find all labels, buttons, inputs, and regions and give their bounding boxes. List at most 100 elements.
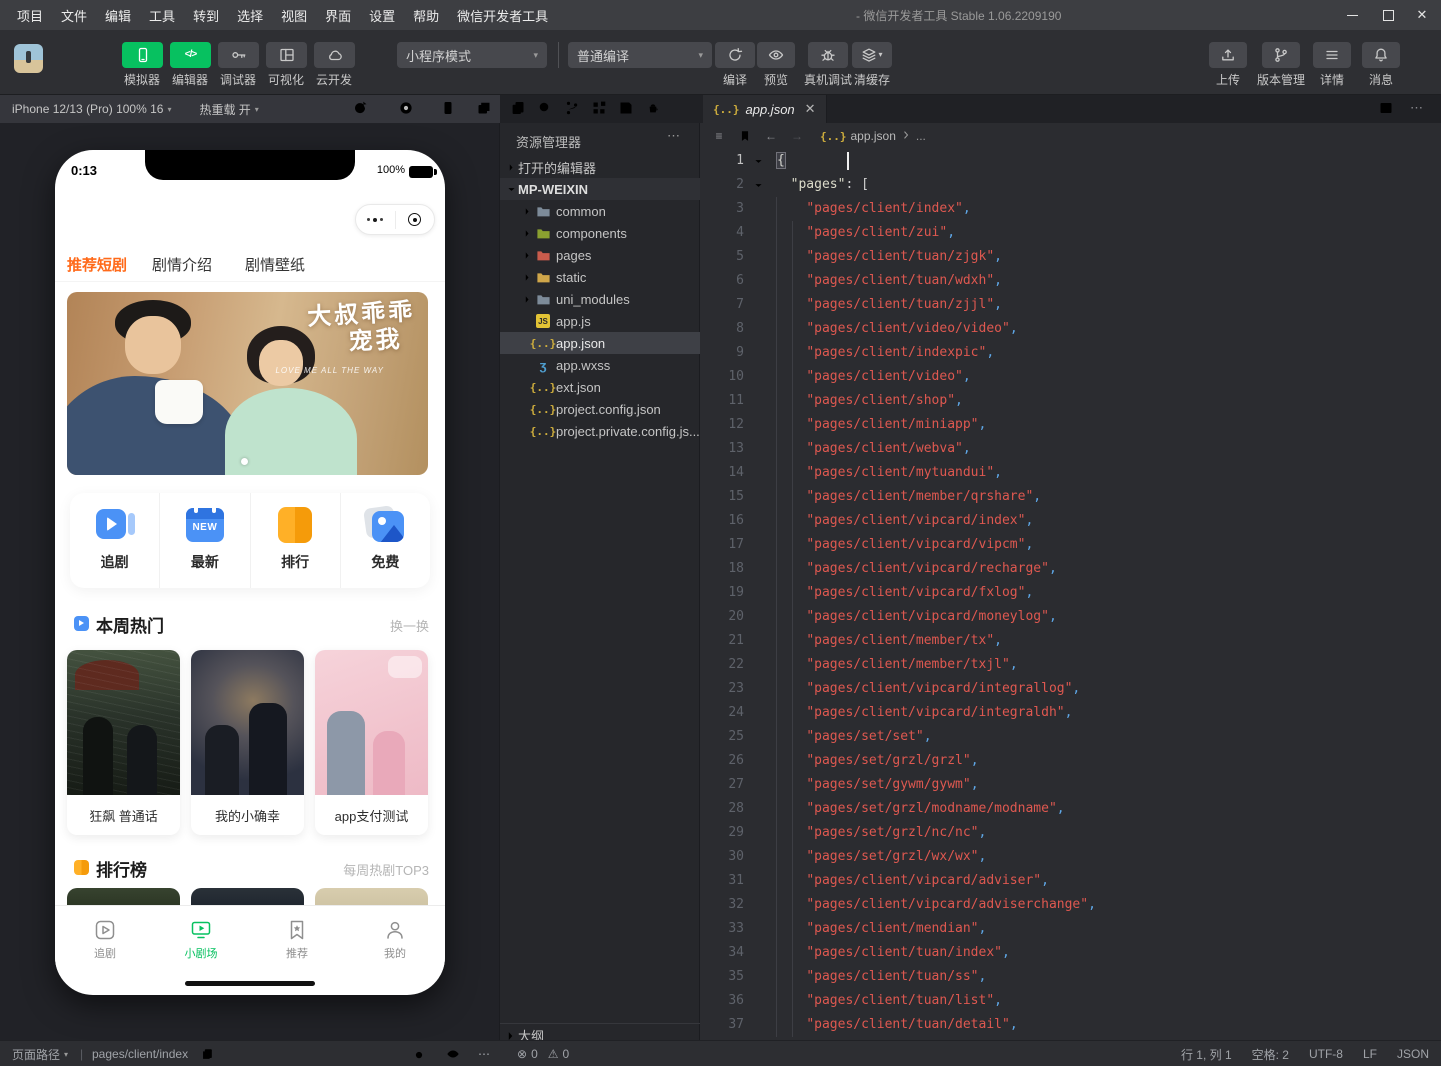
code-line-24[interactable]: 24 "pages/client/vipcard/integraldh",	[700, 701, 1441, 725]
hero-banner[interactable]: 大叔乖乖 宠我 LOVE ME ALL THE WAY	[67, 292, 428, 475]
list-icon[interactable]: ≡	[706, 129, 732, 143]
search-icon[interactable]	[537, 100, 555, 118]
menu-item-6[interactable]: 视图	[272, 6, 316, 25]
quick-link-calendar[interactable]: NEW最新	[159, 493, 249, 588]
breadcrumb-file[interactable]: app.json	[851, 129, 896, 143]
hot-reload-toggle[interactable]: 热重载 开 ▾	[199, 101, 258, 118]
code-line-35[interactable]: 35 "pages/client/tuan/ss",	[700, 965, 1441, 989]
code-line-19[interactable]: 19 "pages/client/vipcard/fxlog",	[700, 581, 1441, 605]
minimize-button[interactable]	[1337, 0, 1367, 30]
back-arrow-icon[interactable]: ←	[758, 129, 784, 143]
bookmark-icon[interactable]	[732, 129, 758, 143]
code-line-30[interactable]: 30 "pages/set/grzl/wx/wx",	[700, 845, 1441, 869]
encoding[interactable]: UTF-8	[1309, 1047, 1343, 1061]
drama-card-0[interactable]: 狂飙 普通话	[67, 650, 180, 835]
tabbar-item-3[interactable]: 我的	[365, 915, 425, 961]
action-button-eye[interactable]	[757, 42, 795, 68]
menu-item-4[interactable]: 转到	[184, 6, 228, 25]
breadcrumb-rest[interactable]: ...	[916, 129, 926, 143]
tree-item-project-private-config-js-[interactable]: {..}project.private.config.js...	[500, 420, 700, 442]
code-line-15[interactable]: 15 "pages/client/member/qrshare",	[700, 485, 1441, 509]
copy-icon[interactable]	[200, 1041, 214, 1066]
menu-item-0[interactable]: 项目	[8, 6, 52, 25]
page-path-value[interactable]: pages/client/index	[92, 1041, 188, 1066]
toolbar-button-upload[interactable]	[1209, 42, 1247, 68]
code-line-13[interactable]: 13 "pages/client/webva",	[700, 437, 1441, 461]
code-area[interactable]: 1{2 "pages": [3 "pages/client/index",4 "…	[700, 149, 1441, 1040]
page-path-select[interactable]: 页面路径 ▾	[12, 1041, 68, 1066]
cursor-position[interactable]: 行 1, 列 1	[1181, 1046, 1232, 1063]
phone-tab-2[interactable]: 剧情壁纸	[245, 254, 305, 275]
tree-item-components[interactable]: components	[500, 222, 700, 244]
device-select[interactable]: iPhone 12/13 (Pro) 100% 16 ▾	[12, 102, 171, 116]
tabbar-item-2[interactable]: 推荐	[267, 915, 327, 961]
code-line-20[interactable]: 20 "pages/client/vipcard/moneylog",	[700, 605, 1441, 629]
code-line-37[interactable]: 37 "pages/client/tuan/detail",	[700, 1013, 1441, 1037]
refresh-icon[interactable]	[352, 100, 370, 118]
tree-item-pages[interactable]: pages	[500, 244, 700, 266]
code-line-2[interactable]: 2 "pages": [	[700, 173, 1441, 197]
action-button-layers[interactable]: ▾	[852, 42, 892, 68]
tree-item-uni-modules[interactable]: uni_modules	[500, 288, 700, 310]
code-line-29[interactable]: 29 "pages/set/grzl/nc/nc",	[700, 821, 1441, 845]
phone-tab-0[interactable]: 推荐短剧	[67, 254, 127, 275]
menu-item-8[interactable]: 设置	[360, 6, 404, 25]
code-line-22[interactable]: 22 "pages/client/member/txjl",	[700, 653, 1441, 677]
quick-link-gallery[interactable]: 免费	[340, 493, 430, 588]
menu-item-2[interactable]: 编辑	[96, 6, 140, 25]
more-actions-icon[interactable]: ⋯	[1410, 100, 1428, 118]
source-control-icon[interactable]	[564, 100, 582, 118]
action-button-bug[interactable]	[808, 42, 848, 68]
files-icon[interactable]	[510, 100, 528, 118]
mode-select[interactable]: 小程序模式 ▾	[397, 42, 547, 68]
code-line-36[interactable]: 36 "pages/client/tuan/list",	[700, 989, 1441, 1013]
fold-icon[interactable]	[744, 173, 772, 197]
capsule-menu[interactable]	[355, 204, 435, 235]
code-line-14[interactable]: 14 "pages/client/mytuandui",	[700, 461, 1441, 485]
quick-link-rank[interactable]: 排行	[250, 493, 340, 588]
bug-icon[interactable]	[412, 1041, 426, 1066]
record-icon[interactable]	[398, 100, 416, 118]
code-line-18[interactable]: 18 "pages/client/vipcard/recharge",	[700, 557, 1441, 581]
menu-item-9[interactable]: 帮助	[404, 6, 448, 25]
split-editor-icon[interactable]	[1378, 100, 1396, 118]
fold-icon[interactable]	[744, 149, 772, 173]
action-button-refresh[interactable]	[715, 42, 755, 68]
code-line-34[interactable]: 34 "pages/client/tuan/index",	[700, 941, 1441, 965]
tree-item-app-wxss[interactable]: ʒapp.wxss	[500, 354, 700, 376]
menu-item-7[interactable]: 界面	[316, 6, 360, 25]
tab-app-json[interactable]: {..} app.json ✕	[703, 95, 827, 123]
tree-item-app-js[interactable]: JSapp.js	[500, 310, 700, 332]
menu-item-1[interactable]: 文件	[52, 6, 96, 25]
code-line-32[interactable]: 32 "pages/client/vipcard/adviserchange",	[700, 893, 1441, 917]
tree-item-app-json[interactable]: {..}app.json	[500, 332, 700, 354]
close-button[interactable]: ✕	[1407, 0, 1437, 30]
avatar[interactable]	[14, 44, 43, 73]
compile-select[interactable]: 普通编译 ▾	[568, 42, 712, 68]
tabbar-item-0[interactable]: 追剧	[75, 915, 135, 961]
menu-item-5[interactable]: 选择	[228, 6, 272, 25]
exit-icon[interactable]	[396, 213, 435, 226]
more-icon[interactable]	[356, 218, 395, 222]
toolbar-button-menu[interactable]	[1313, 42, 1351, 68]
menu-item-10[interactable]: 微信开发者工具	[448, 6, 557, 25]
quick-link-play[interactable]: 追剧	[70, 493, 159, 588]
code-line-1[interactable]: 1{	[700, 149, 1441, 173]
shuffle-link[interactable]: 换一换	[390, 616, 429, 635]
code-line-27[interactable]: 27 "pages/set/gywm/gywm",	[700, 773, 1441, 797]
drama-card-1[interactable]: 我的小确幸	[191, 650, 304, 835]
tree-section--[interactable]: 打开的编辑器	[500, 156, 700, 178]
code-line-23[interactable]: 23 "pages/client/vipcard/integrallog",	[700, 677, 1441, 701]
extensions-icon[interactable]	[591, 100, 609, 118]
teapot-icon[interactable]	[645, 100, 663, 118]
code-editor[interactable]: ≡ ← → {..} app.json ... 1{2 "pages": [3 …	[700, 123, 1441, 1040]
toolbar-button-branch[interactable]	[1262, 42, 1300, 68]
code-line-17[interactable]: 17 "pages/client/vipcard/vipcm",	[700, 533, 1441, 557]
code-line-4[interactable]: 4 "pages/client/zui",	[700, 221, 1441, 245]
mode-button-code[interactable]: </>	[170, 42, 211, 68]
phone-tab-1[interactable]: 剧情介绍	[152, 254, 212, 275]
tree-item-static[interactable]: static	[500, 266, 700, 288]
code-line-10[interactable]: 10 "pages/client/video",	[700, 365, 1441, 389]
more-icon[interactable]: ⋯	[478, 1041, 491, 1066]
code-line-26[interactable]: 26 "pages/set/grzl/grzl",	[700, 749, 1441, 773]
